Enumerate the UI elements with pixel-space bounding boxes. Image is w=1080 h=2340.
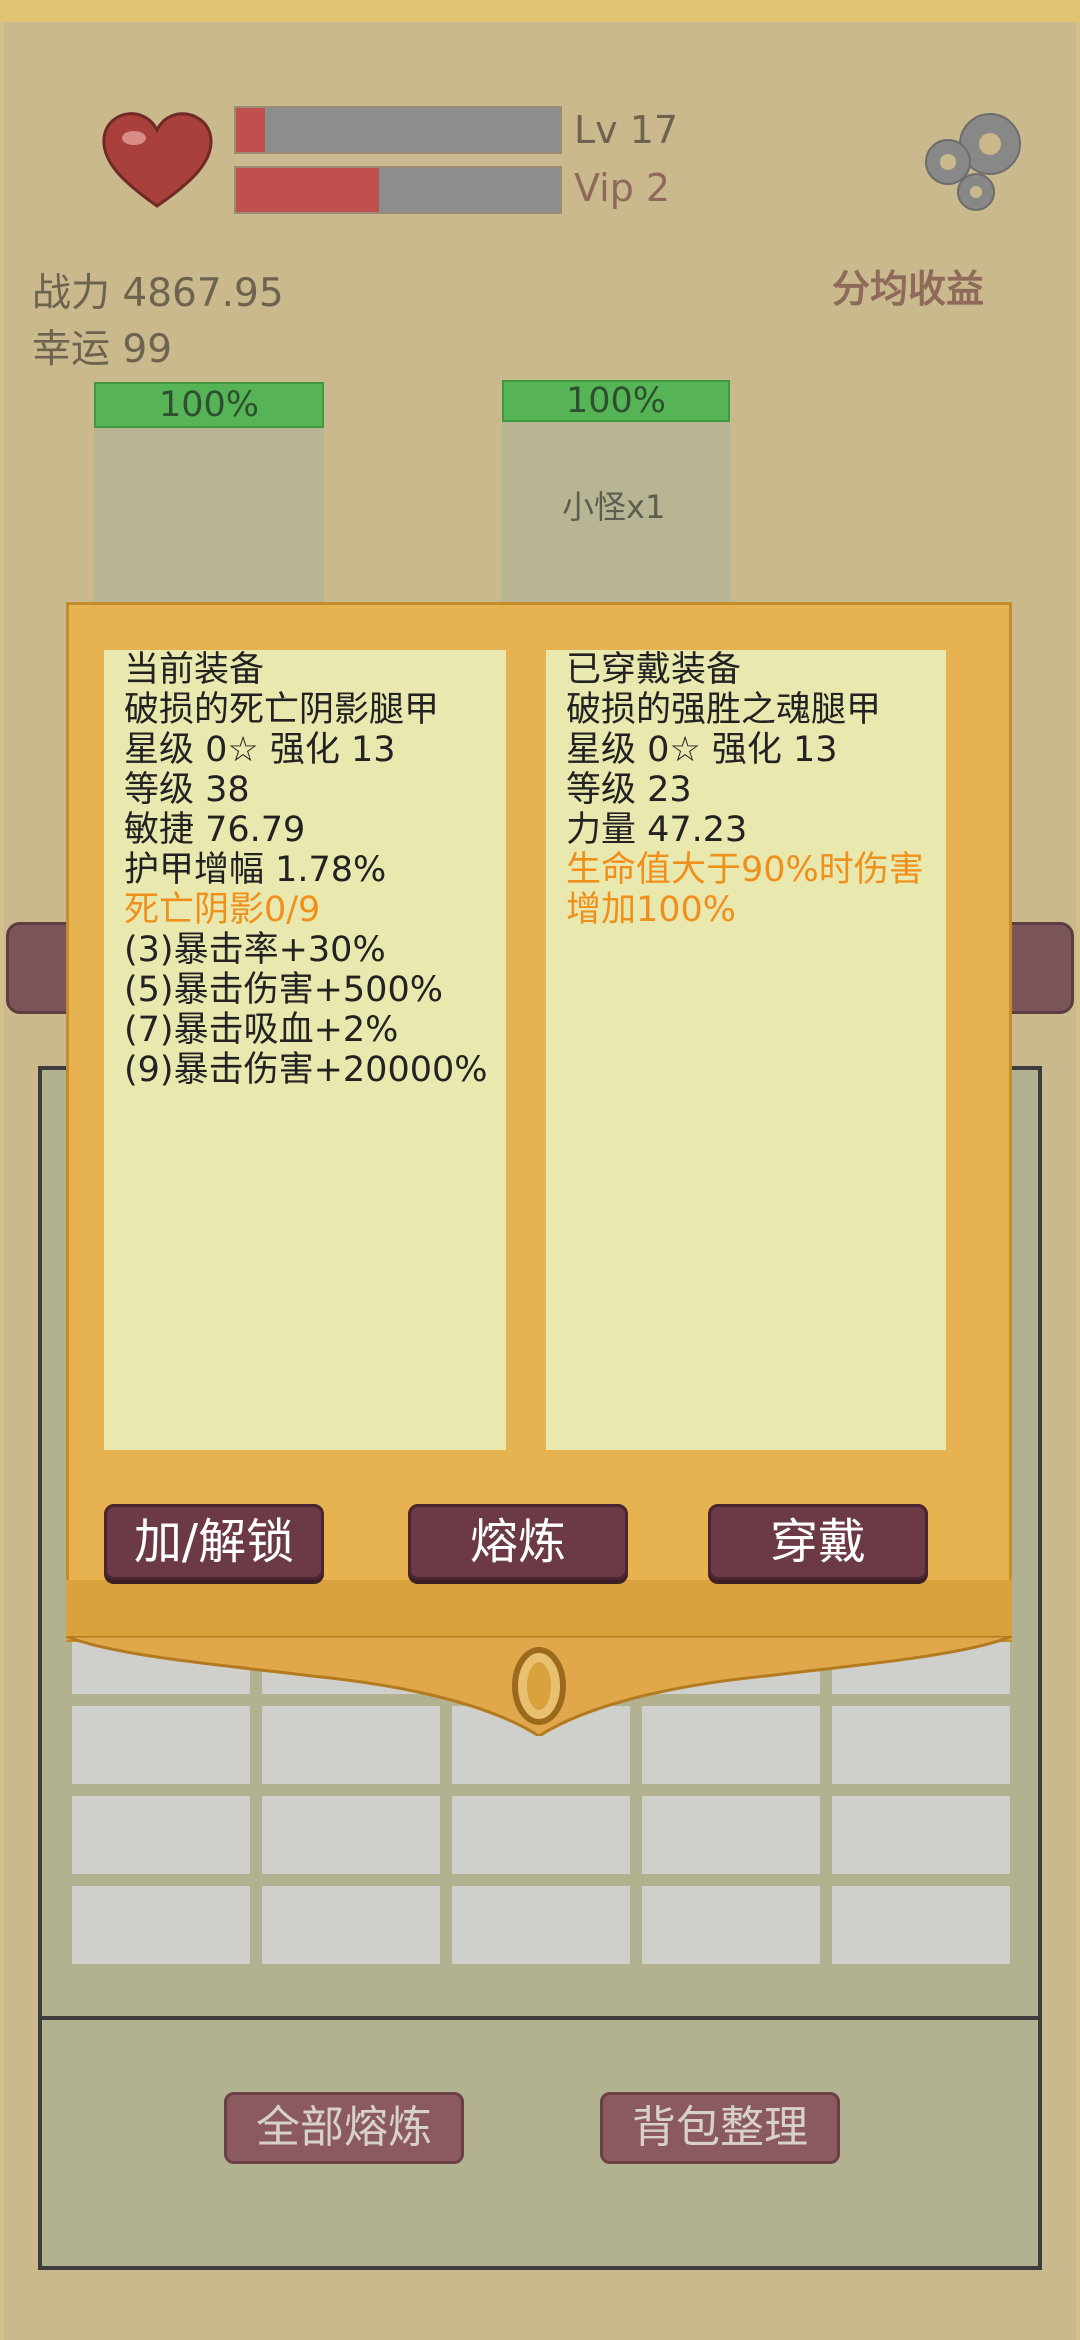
vip-label: Vip 2: [574, 166, 671, 210]
equipped-attr-strength: 力量 47.23: [566, 810, 748, 850]
player-hp-bar: 100%: [94, 382, 324, 428]
set-bonus-item: (3)暴击率+30%: [124, 930, 386, 970]
inventory-divider: [38, 2016, 1042, 2020]
inventory-slot[interactable]: [72, 1796, 250, 1874]
dialog-bottom-band: [66, 1580, 1012, 1640]
equipped-special-effect: 生命值大于90%时伤害增加100%: [566, 850, 924, 930]
set-bonus-item: (7)暴击吸血+2%: [124, 1010, 399, 1050]
luck-stat: 幸运 99: [32, 327, 173, 372]
inventory-slot[interactable]: [452, 1796, 630, 1874]
inventory-slot[interactable]: [262, 1886, 440, 1964]
level-progress-fill: [236, 108, 266, 152]
set-bonus-item: (5)暴击伤害+500%: [124, 970, 443, 1010]
equipped-star: 星级 0☆ 强化 13: [566, 730, 838, 770]
lock-unlock-button[interactable]: 加/解锁: [104, 1504, 324, 1580]
inventory-slot[interactable]: [832, 1886, 1010, 1964]
smelt-button[interactable]: 熔炼: [408, 1504, 628, 1580]
top-strip: [0, 0, 1080, 22]
level-progress-bar: [234, 106, 562, 154]
vip-progress-bar: [234, 166, 562, 214]
enemy-hp-bar: 100%: [502, 380, 730, 422]
current-attr-agility: 敏捷 76.79: [124, 810, 306, 850]
current-equipment-card: 当前装备 破损的死亡阴影腿甲 星级 0☆ 强化 13 等级 38 敏捷 76.7…: [104, 650, 506, 1450]
current-attr-armor: 护甲增幅 1.78%: [124, 850, 387, 890]
current-star: 星级 0☆ 强化 13: [124, 730, 396, 770]
gear-icon[interactable]: [918, 104, 1034, 214]
sort-bag-button[interactable]: 背包整理: [600, 2092, 840, 2164]
equipped-name: 破损的强胜之魂腿甲: [566, 690, 882, 730]
vip-progress-fill: [236, 168, 379, 212]
equipped-level: 等级 23: [566, 770, 692, 810]
smelt-all-button[interactable]: 全部熔炼: [224, 2092, 464, 2164]
heart-icon: [102, 112, 213, 208]
inventory-slot[interactable]: [642, 1796, 820, 1874]
set-bonus-item: (9)暴击伤害+20000%: [124, 1050, 488, 1090]
current-name: 破损的死亡阴影腿甲: [124, 690, 440, 730]
current-set-name: 死亡阴影0/9: [124, 890, 321, 930]
power-stat: 战力 4867.95: [32, 271, 284, 316]
wear-button[interactable]: 穿戴: [708, 1504, 928, 1580]
equipped-equipment-card: 已穿戴装备 破损的强胜之魂腿甲 星级 0☆ 强化 13 等级 23 力量 47.…: [546, 650, 946, 1450]
enemy-label: 小怪x1: [562, 488, 666, 526]
current-level: 等级 38: [124, 770, 250, 810]
equipped-title: 已穿戴装备: [566, 650, 742, 690]
inventory-slot[interactable]: [72, 1886, 250, 1964]
earnings-label[interactable]: 分均收益: [832, 258, 984, 313]
inventory-slot[interactable]: [262, 1796, 440, 1874]
inventory-slot[interactable]: [642, 1886, 820, 1964]
level-label: Lv 17: [574, 108, 679, 152]
current-title: 当前装备: [124, 650, 265, 690]
dialog-ornament: [66, 1636, 1012, 1736]
inventory-slot[interactable]: [452, 1886, 630, 1964]
inventory-slot[interactable]: [832, 1796, 1010, 1874]
